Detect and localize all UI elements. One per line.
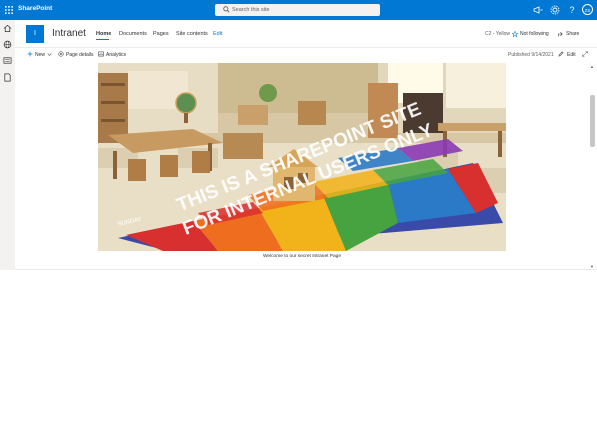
analytics-button[interactable]: Analytics xyxy=(106,52,126,58)
gear-icon[interactable] xyxy=(549,4,561,16)
help-icon[interactable]: ? xyxy=(566,4,578,16)
home-icon[interactable] xyxy=(3,24,12,33)
published-status: Published 9/14/2021 xyxy=(508,52,554,58)
news-icon[interactable] xyxy=(3,56,12,65)
app-launcher-icon[interactable] xyxy=(5,6,13,14)
site-title[interactable]: Intranet xyxy=(52,28,86,39)
nav-active-indicator xyxy=(96,39,109,40)
analytics-icon xyxy=(98,51,104,57)
classroom-illustration: SUNDAY THIS IS A SHAREPOINT SITE FOR INT… xyxy=(98,63,506,251)
left-rail xyxy=(0,20,15,270)
header-divider xyxy=(15,47,597,48)
nav-documents[interactable]: Documents xyxy=(119,31,147,37)
search-box[interactable]: Search this site xyxy=(215,4,380,16)
plus-icon xyxy=(27,51,33,57)
nav-edit-link[interactable]: Edit xyxy=(213,31,222,37)
content-bottom-border xyxy=(15,269,597,270)
hero-image: SUNDAY THIS IS A SHAREPOINT SITE FOR INT… xyxy=(98,63,506,251)
megaphone-icon[interactable] xyxy=(532,4,544,16)
nav-pages[interactable]: Pages xyxy=(153,31,169,37)
settings-icon xyxy=(58,51,64,57)
sensitivity-label[interactable]: C2 - Yellow xyxy=(485,31,510,37)
globe-icon[interactable] xyxy=(3,40,12,49)
nav-home[interactable]: Home xyxy=(96,31,111,37)
follow-button[interactable]: Not following xyxy=(520,31,549,37)
search-icon xyxy=(223,6,230,13)
pencil-icon xyxy=(558,51,564,57)
chevron-down-icon[interactable] xyxy=(47,52,52,57)
scrollbar-thumb[interactable] xyxy=(590,95,595,147)
page-details-button[interactable]: Page details xyxy=(66,52,94,58)
scroll-up-arrow-icon[interactable]: ▲ xyxy=(590,64,594,69)
hero-caption: Welcome to our secret Intranet Page xyxy=(262,254,342,259)
share-button[interactable]: Share xyxy=(566,31,579,37)
avatar[interactable]: ZS xyxy=(582,4,593,15)
app-name[interactable]: SharePoint xyxy=(18,5,52,12)
new-button[interactable]: New xyxy=(35,52,45,58)
document-icon[interactable] xyxy=(3,73,12,82)
scrollbar[interactable] xyxy=(589,63,596,268)
search-placeholder: Search this site xyxy=(232,6,270,13)
site-logo[interactable]: I xyxy=(26,25,44,43)
edit-button[interactable]: Edit xyxy=(567,52,576,58)
star-icon xyxy=(512,31,518,37)
expand-icon[interactable] xyxy=(582,51,588,57)
suite-bar: SharePoint Search this site ? ZS xyxy=(0,0,597,20)
nav-site-contents[interactable]: Site contents xyxy=(176,31,208,37)
share-icon xyxy=(558,31,563,37)
svg-text:?: ? xyxy=(569,5,574,15)
